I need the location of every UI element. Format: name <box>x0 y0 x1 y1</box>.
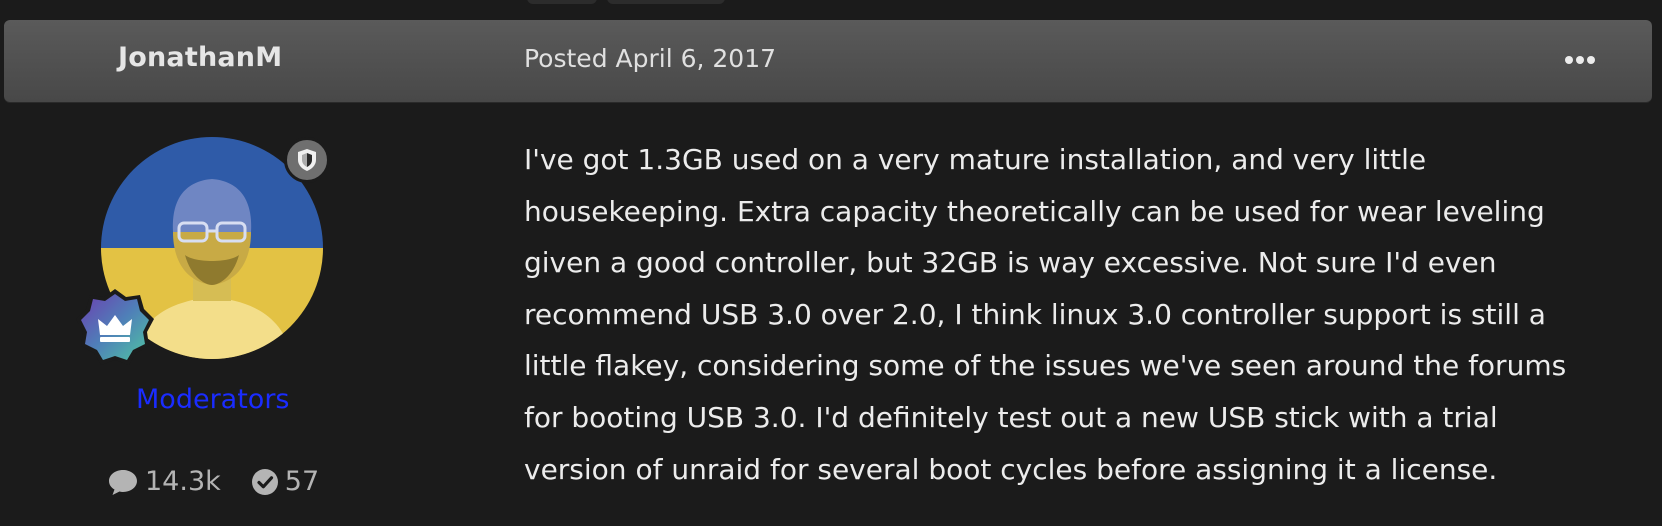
post-body: I've got 1.3GB used on a very mature ins… <box>524 134 1634 495</box>
posted-date: Posted April 6, 2017 <box>524 44 777 73</box>
post-count: 14.3k <box>107 466 221 497</box>
group-link[interactable]: Moderators <box>136 384 289 415</box>
top-tab[interactable] <box>607 0 725 4</box>
post-body-line: version of unraid for several boot cycle… <box>524 452 1498 486</box>
check-circle-icon <box>251 468 278 495</box>
post-body-line: little flakey, considering some of the i… <box>524 349 1567 383</box>
ellipsis-icon <box>1565 56 1573 64</box>
author-name[interactable]: JonathanM <box>118 42 282 73</box>
ellipsis-icon-dot <box>1576 56 1584 64</box>
reputation-value: 57 <box>284 466 320 497</box>
post-body-line: housekeeping. Extra capacity theoretical… <box>524 194 1545 228</box>
top-tabs <box>527 0 725 4</box>
post-body-line: recommend USB 3.0 over 2.0, I think linu… <box>524 297 1546 331</box>
author-stats: 14.3k 57 <box>107 466 319 497</box>
post-body-line: for booting USB 3.0. I'd definitely test… <box>524 400 1498 434</box>
rank-badge[interactable] <box>75 287 155 367</box>
post-menu-button[interactable] <box>1562 48 1598 72</box>
top-tab[interactable] <box>527 0 597 4</box>
moderator-badge[interactable] <box>284 137 330 183</box>
post-body-line: I've got 1.3GB used on a very mature ins… <box>524 143 1427 176</box>
comment-icon <box>109 469 137 495</box>
shield-icon <box>298 149 316 171</box>
reputation: 57 <box>251 466 319 497</box>
crown-icon <box>76 289 154 365</box>
ellipsis-icon-dot <box>1587 56 1595 64</box>
post-count-value: 14.3k <box>145 466 221 497</box>
post-body-line: given a good controller, but 32GB is way… <box>524 246 1497 280</box>
